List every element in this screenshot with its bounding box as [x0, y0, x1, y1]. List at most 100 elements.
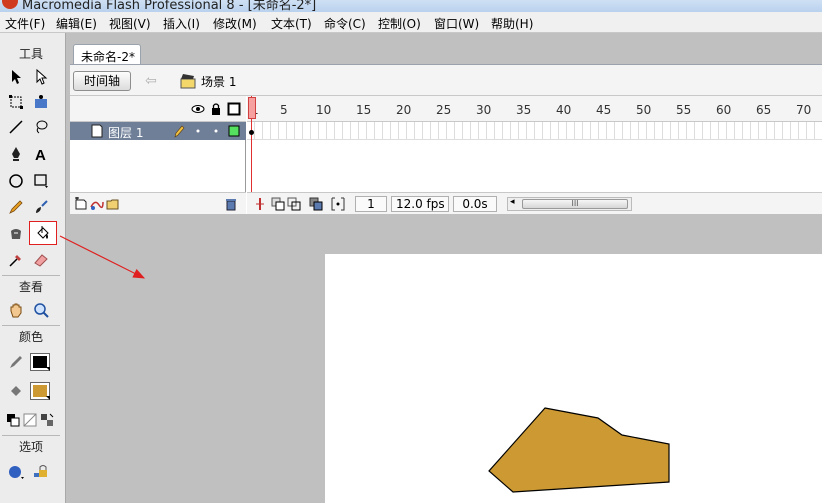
playhead-marker[interactable] [248, 97, 256, 119]
insert-layer-icon[interactable] [74, 197, 88, 211]
svg-text:A: A [35, 147, 46, 162]
layer-footer [70, 192, 246, 214]
paint-bucket-tool-icon[interactable] [29, 221, 57, 245]
ruler-label: 50 [636, 103, 652, 117]
stage-canvas[interactable] [325, 254, 822, 503]
stroke-color-swatch[interactable] [30, 353, 50, 371]
elapsed-time-field: 0.0s [453, 196, 497, 212]
lock-dot-icon[interactable] [209, 124, 223, 138]
back-arrow-icon[interactable]: ⇦ [145, 73, 157, 89]
tools-separator [2, 275, 60, 276]
ruler-label: 10 [316, 103, 332, 117]
ink-bottle-tool-icon[interactable] [5, 223, 27, 245]
lasso-tool-icon[interactable] [30, 116, 52, 138]
visibility-dot-icon[interactable] [191, 124, 205, 138]
no-color-icon[interactable] [21, 409, 39, 431]
menu-edit[interactable]: 编辑(E) [56, 15, 97, 32]
frame-rate-field[interactable]: 12.0 fps [391, 196, 449, 212]
delete-layer-icon[interactable] [224, 197, 238, 211]
text-tool-icon[interactable]: A [30, 143, 52, 165]
edit-bar: 时间轴 ⇦ 场景 1 [70, 64, 822, 96]
timeline-toggle-button[interactable]: 时间轴 [73, 71, 131, 91]
edit-multiple-frames-icon[interactable] [309, 197, 323, 211]
brush-tool-icon[interactable] [30, 196, 52, 218]
ruler-label: 25 [436, 103, 452, 117]
ruler-label: 45 [596, 103, 612, 117]
ruler-label: 35 [516, 103, 532, 117]
lock-fill-icon[interactable] [30, 460, 52, 482]
outline-color-icon[interactable] [227, 124, 241, 138]
fill-transform-tool-icon[interactable] [30, 91, 52, 113]
modify-onion-markers-icon[interactable] [331, 197, 345, 211]
document-tab[interactable]: 未命名-2* [73, 44, 141, 65]
timeline-status-bar: 1 12.0 fps 0.0s ◂ III [247, 192, 822, 214]
menu-window[interactable]: 窗口(W) [434, 15, 479, 32]
menu-text[interactable]: 文本(T) [271, 15, 312, 32]
add-motion-guide-icon[interactable] [90, 197, 104, 211]
scrollbar-thumb[interactable]: III [522, 199, 628, 209]
colors-header: 颜色 [18, 330, 43, 344]
ruler-label: 70 [796, 103, 812, 117]
center-frame-icon[interactable] [253, 197, 267, 211]
menu-bar: 文件(F) 编辑(E) 视图(V) 插入(I) 修改(M) 文本(T) 命令(C… [0, 12, 822, 33]
zoom-tool-icon[interactable] [30, 299, 52, 321]
fill-color-swatch[interactable] [30, 382, 50, 400]
title-bar: Macromedia Flash Professional 8 - [未命名-2… [0, 0, 822, 12]
hand-tool-icon[interactable] [5, 299, 27, 321]
timeline-horizontal-scrollbar[interactable]: ◂ III [507, 197, 632, 211]
line-tool-icon[interactable] [5, 116, 27, 138]
swap-colors-icon[interactable] [38, 409, 56, 431]
rectangle-tool-icon[interactable] [30, 170, 52, 192]
menu-file[interactable]: 文件(F) [5, 15, 45, 32]
window-title: Macromedia Flash Professional 8 - [未命名-2… [22, 0, 317, 12]
lock-icon[interactable] [209, 102, 223, 116]
menu-commands[interactable]: 命令(C) [324, 15, 366, 32]
timeline-panel: 图层 1 1 5 10 15 20 25 30 35 40 45 50 55 [70, 96, 822, 214]
menu-control[interactable]: 控制(O) [378, 15, 421, 32]
ruler-label: 55 [676, 103, 692, 117]
filled-polygon-shape[interactable] [488, 407, 670, 493]
scroll-left-arrow-icon[interactable]: ◂ [510, 197, 515, 207]
layer-page-icon [91, 124, 103, 138]
ruler-label: 20 [396, 103, 412, 117]
eyedropper-tool-icon[interactable] [5, 249, 27, 271]
pencil-tool-icon[interactable] [5, 196, 27, 218]
oval-tool-icon[interactable] [5, 170, 27, 192]
outline-toggle-icon[interactable] [227, 102, 241, 116]
timeline-ruler: 1 5 10 15 20 25 30 35 40 45 50 55 60 65 … [247, 96, 822, 122]
subselection-tool-icon[interactable] [30, 66, 52, 88]
view-header: 查看 [18, 280, 43, 294]
layer-name[interactable]: 图层 1 [108, 124, 143, 141]
free-transform-tool-icon[interactable] [5, 91, 27, 113]
current-frame-field: 1 [355, 196, 387, 212]
stroke-color-fill [33, 356, 47, 368]
menu-help[interactable]: 帮助(H) [491, 15, 533, 32]
ruler-label: 40 [556, 103, 572, 117]
swatch-dropdown-arrow [46, 396, 50, 400]
ruler-label: 30 [476, 103, 492, 117]
ruler-label: 65 [756, 103, 772, 117]
scene-label[interactable]: 场景 1 [201, 73, 236, 90]
keyframe-dot[interactable] [249, 130, 254, 135]
onion-skin-icon[interactable] [271, 197, 285, 211]
options-header: 选项 [18, 440, 43, 454]
gap-size-icon[interactable] [5, 460, 27, 482]
flash-app-icon [2, 0, 18, 9]
insert-folder-icon[interactable] [106, 197, 120, 211]
eraser-tool-icon[interactable] [30, 249, 52, 271]
frames-pane: 1 5 10 15 20 25 30 35 40 45 50 55 60 65 … [247, 96, 822, 214]
layer-frame-row[interactable] [247, 122, 822, 140]
menu-view[interactable]: 视图(V) [109, 15, 151, 32]
pen-tool-icon[interactable] [5, 143, 27, 165]
selection-tool-icon[interactable] [5, 66, 27, 88]
black-white-icon[interactable] [3, 409, 23, 431]
menu-insert[interactable]: 插入(I) [163, 15, 200, 32]
menu-modify[interactable]: 修改(M) [213, 15, 257, 32]
fill-color-fill [33, 385, 47, 397]
eye-icon[interactable] [191, 102, 205, 116]
fill-color-bucket-icon [5, 380, 27, 402]
layer-row[interactable]: 图层 1 [70, 122, 246, 140]
onion-skin-outlines-icon[interactable] [287, 197, 301, 211]
view-separator [2, 325, 60, 326]
tools-header: 工具 [18, 47, 43, 61]
